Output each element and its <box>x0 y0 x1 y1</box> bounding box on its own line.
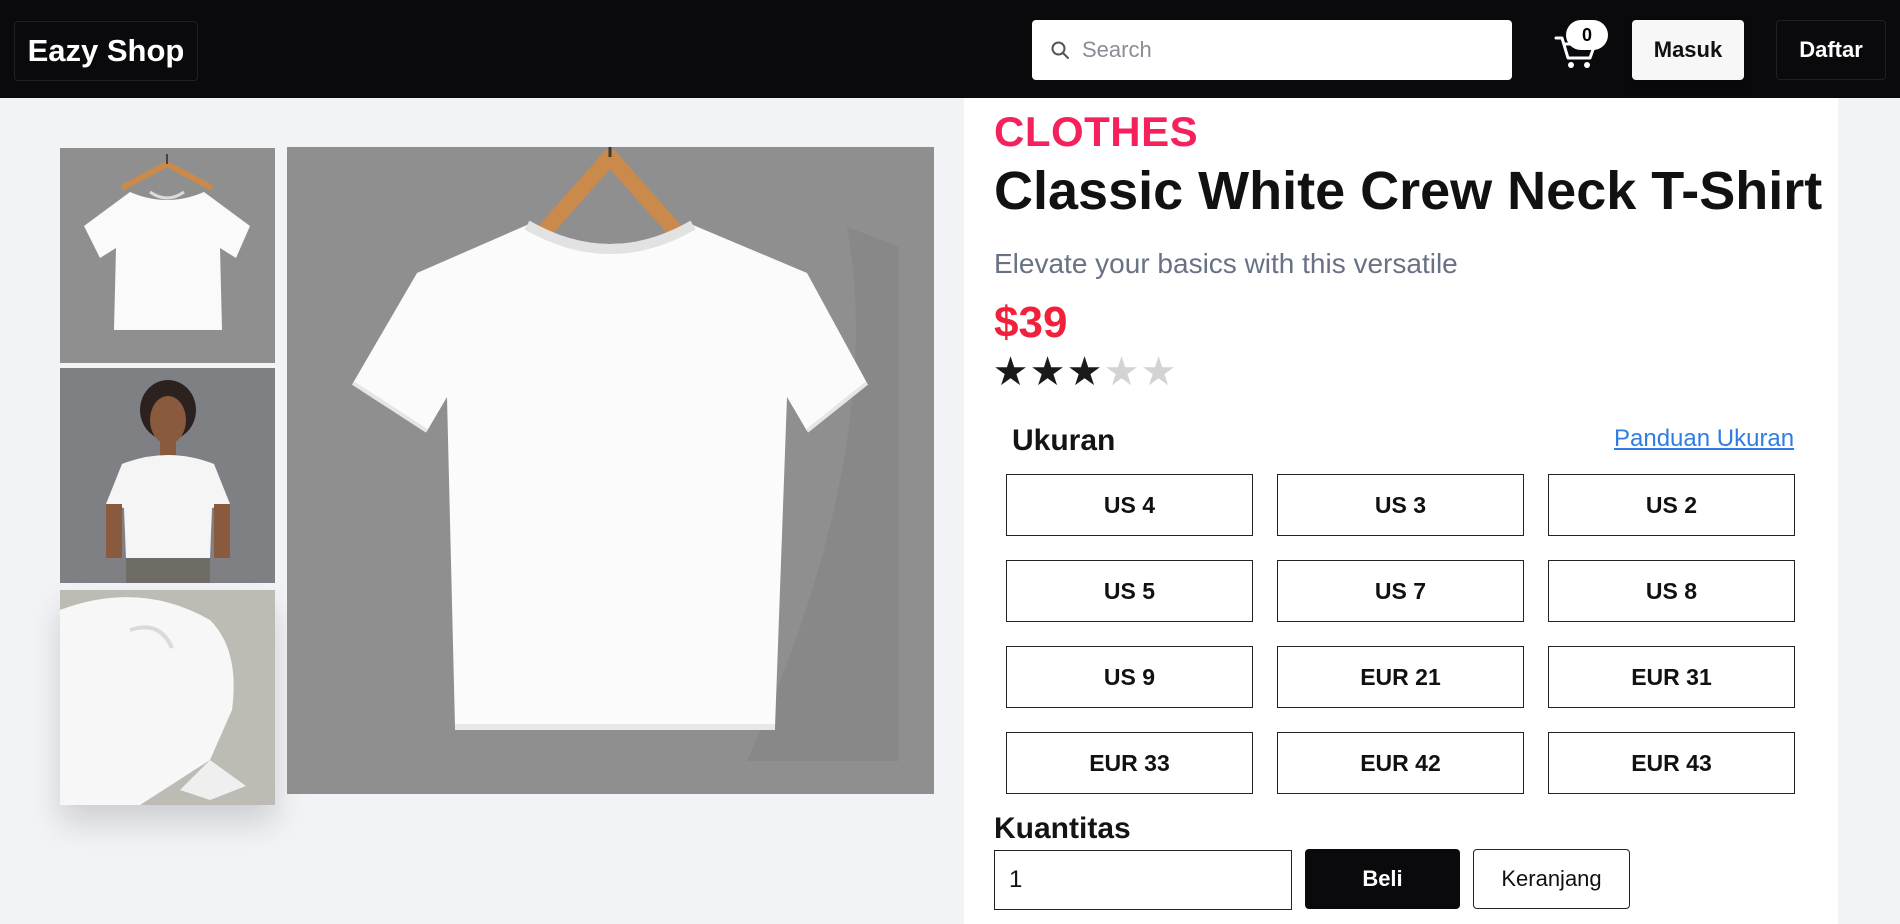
size-option[interactable]: US 4 <box>1006 474 1253 536</box>
product-thumbnail-3[interactable] <box>60 590 275 805</box>
product-main-image <box>287 147 934 794</box>
size-option[interactable]: EUR 43 <box>1548 732 1795 794</box>
size-option[interactable]: EUR 33 <box>1006 732 1253 794</box>
size-options: US 4 US 3 US 2 US 5 US 7 US 8 US 9 EUR 2… <box>1006 474 1796 794</box>
size-option[interactable]: US 5 <box>1006 560 1253 622</box>
tshirt-main-image <box>287 147 934 794</box>
brand-logo[interactable]: Eazy Shop <box>14 21 198 81</box>
product-price: $39 <box>994 298 1068 347</box>
star-icon: ★ <box>1103 350 1140 394</box>
cart-count-badge: 0 <box>1566 20 1608 50</box>
product-category: CLOTHES <box>994 108 1199 155</box>
star-icon: ★ <box>992 350 1029 394</box>
model-wearing-tshirt-image <box>60 368 275 583</box>
tshirt-hanger-image <box>60 148 275 363</box>
star-icon: ★ <box>1066 350 1103 394</box>
product-rating: ★ ★ ★ ★ ★ <box>992 350 1177 394</box>
buy-button[interactable]: Beli <box>1305 849 1460 909</box>
login-button[interactable]: Masuk <box>1632 20 1744 80</box>
size-option[interactable]: US 2 <box>1548 474 1795 536</box>
size-option[interactable]: EUR 31 <box>1548 646 1795 708</box>
add-to-cart-button[interactable]: Keranjang <box>1473 849 1630 909</box>
quantity-label: Kuantitas <box>994 812 1131 845</box>
star-icon: ★ <box>1029 350 1066 394</box>
product-title: Classic White Crew Neck T-Shirt <box>994 161 1823 221</box>
register-button[interactable]: Daftar <box>1776 20 1886 80</box>
size-guide-link[interactable]: Panduan Ukuran <box>1614 425 1794 453</box>
size-option[interactable]: EUR 21 <box>1277 646 1524 708</box>
search-icon <box>1051 41 1069 59</box>
star-icon: ★ <box>1140 350 1177 394</box>
product-thumbnail-1[interactable] <box>60 148 275 363</box>
quantity-input[interactable] <box>994 850 1292 910</box>
size-option[interactable]: US 3 <box>1277 474 1524 536</box>
size-option[interactable]: US 8 <box>1548 560 1795 622</box>
size-section-label: Ukuran <box>1012 424 1116 457</box>
size-option[interactable]: EUR 42 <box>1277 732 1524 794</box>
search-input[interactable] <box>1082 37 1482 63</box>
size-option[interactable]: US 7 <box>1277 560 1524 622</box>
top-navbar: Eazy Shop 0 Masuk Daftar <box>0 0 1900 98</box>
product-description: Elevate your basics with this versatile <box>994 248 1458 279</box>
search-box[interactable] <box>1032 20 1512 80</box>
size-option[interactable]: US 9 <box>1006 646 1253 708</box>
tshirt-folded-image <box>60 590 275 805</box>
product-thumbnail-2[interactable] <box>60 368 275 583</box>
